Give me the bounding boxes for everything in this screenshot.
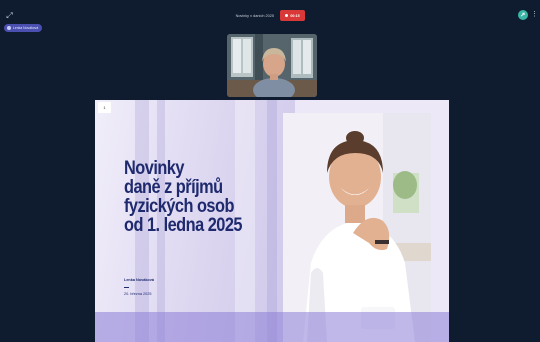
slide-title: Novinky daně z příjmů fyzických osob od … xyxy=(124,159,275,235)
screen-share-indicator-icon xyxy=(7,26,11,30)
slide-title-line: daně z příjmů xyxy=(124,177,223,198)
more-vertical-icon[interactable]: ⋮ xyxy=(531,10,538,20)
participant-video-image xyxy=(227,34,317,97)
slide-date: 20. března 2025 xyxy=(124,292,152,296)
presenter-name: Lenka Nováková xyxy=(13,26,39,30)
slide-title-line: fyzických osob xyxy=(124,196,234,217)
presenter-chip[interactable]: Lenka Nováková xyxy=(4,24,43,32)
slide-title-line: Novinky xyxy=(124,158,184,179)
recording-time: 00:15 xyxy=(290,13,300,18)
share-screen-icon[interactable] xyxy=(518,10,528,20)
top-bar: ⤢ Lenka Nováková Novinky v daních 2025 0… xyxy=(0,0,540,34)
slide-divider xyxy=(124,287,129,288)
participant-video[interactable] xyxy=(227,34,317,97)
slide-bottom-band xyxy=(95,312,449,342)
slide-photo-woman xyxy=(283,113,431,342)
recording-badge[interactable]: 00:15 xyxy=(280,10,305,21)
slide-author: Lenka Nováková xyxy=(124,278,154,282)
recording-dot-icon xyxy=(285,14,289,17)
slide-page-number: 1 xyxy=(98,102,111,113)
slide-title-line: od 1. ledna 2025 xyxy=(124,215,242,236)
meeting-title: Novinky v daních 2025 xyxy=(235,14,274,18)
shared-presentation-slide[interactable]: 1 Novinky daně z příjmů fyzických osob o… xyxy=(95,100,449,342)
meeting-window: ⤢ Lenka Nováková Novinky v daních 2025 0… xyxy=(0,0,540,342)
expand-arrows-icon[interactable]: ⤢ xyxy=(5,11,14,20)
